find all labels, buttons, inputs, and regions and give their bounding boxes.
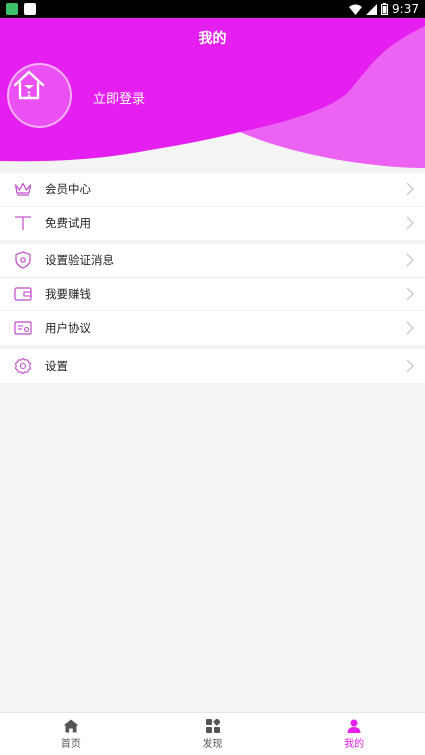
login-link[interactable]: 立即登录 — [93, 88, 145, 107]
shield-gear-icon — [14, 251, 32, 269]
menu-group-services: 设置验证消息 我要赚钱 用户协议 — [0, 244, 425, 345]
chevron-right-icon — [406, 182, 414, 196]
menu-group-settings: 设置 — [0, 349, 425, 383]
chevron-right-icon — [406, 359, 414, 373]
wifi-icon — [349, 4, 363, 15]
chevron-right-icon — [406, 321, 414, 335]
page-title: 我的 — [198, 31, 227, 47]
signal-icon — [366, 3, 378, 15]
tab-discover[interactable]: 发现 — [142, 713, 284, 755]
tab-label: 我的 — [344, 738, 365, 750]
menu-label: 用户协议 — [45, 320, 91, 335]
menu-item-member-center[interactable]: 会员中心 — [0, 173, 425, 207]
chevron-right-icon — [406, 287, 414, 301]
avatar-house-icon — [13, 70, 45, 100]
home-icon — [63, 719, 79, 732]
profile-icon — [347, 719, 361, 733]
battery-icon — [381, 3, 389, 15]
profile-header: 我的 立即登录 — [0, 18, 425, 168]
discover-icon — [205, 718, 220, 733]
agreement-icon — [14, 319, 32, 337]
menu-group-membership: 会员中心 免费试用 — [0, 173, 425, 240]
chevron-right-icon — [406, 253, 414, 267]
menu-item-earn-money[interactable]: 我要赚钱 — [0, 278, 425, 311]
crown-icon — [14, 180, 32, 198]
menu-label: 我要赚钱 — [45, 286, 91, 301]
menu-label: 免费试用 — [45, 216, 91, 231]
settings-icon — [14, 357, 32, 375]
avatar[interactable] — [7, 63, 72, 128]
tab-profile[interactable]: 我的 — [283, 713, 425, 755]
menu-label: 设置验证消息 — [45, 253, 114, 268]
menu-label: 设置 — [45, 358, 68, 373]
menu-item-user-agreement[interactable]: 用户协议 — [0, 311, 425, 345]
chevron-right-icon — [406, 216, 414, 230]
text-notification-icon — [24, 3, 36, 15]
tab-home[interactable]: 首页 — [0, 713, 142, 755]
menu-item-verification-message[interactable]: 设置验证消息 — [0, 244, 425, 278]
bottom-tab-bar: 首页 发现 我的 — [0, 712, 425, 755]
free-trial-icon — [14, 214, 32, 232]
status-bar: 9:37 — [0, 0, 425, 18]
wallet-icon — [14, 285, 32, 303]
app-notification-icon — [6, 3, 18, 15]
tab-label: 发现 — [202, 738, 223, 750]
menu-item-free-trial[interactable]: 免费试用 — [0, 207, 425, 241]
clock: 9:37 — [392, 2, 419, 16]
menu-item-settings[interactable]: 设置 — [0, 349, 425, 383]
tab-label: 首页 — [60, 738, 81, 750]
menu-label: 会员中心 — [45, 182, 91, 197]
